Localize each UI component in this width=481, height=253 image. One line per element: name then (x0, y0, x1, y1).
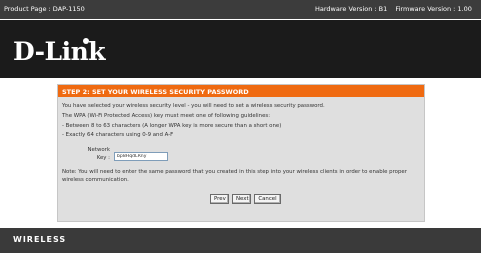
guideline-2: - Exactly 64 characters using 0-9 and A-… (62, 132, 174, 138)
intro-text: You have selected your wireless security… (62, 103, 325, 109)
guidelines-text: The WPA (Wi-Fi Protected Access) key mus… (62, 113, 271, 119)
wizard-header: STEP 2: SET YOUR WIRELESS SECURITY PASSW… (58, 85, 424, 97)
dlink-logo-dot (83, 38, 89, 44)
section-title: WIRELESS (13, 235, 67, 244)
next-button[interactable]: Next (232, 194, 251, 204)
firmware-version-text: Firmware Version : 1.00 (395, 5, 472, 13)
version-info: Hardware Version : B1 Firmware Version :… (315, 5, 472, 13)
section-footer: WIRELESS (0, 228, 481, 253)
network-key-label: Network Key : (87, 147, 110, 161)
network-key-input[interactable] (114, 152, 168, 161)
cancel-button[interactable]: Cancel (254, 194, 281, 204)
top-info-bar: Product Page : DAP-1150 Hardware Version… (0, 0, 481, 19)
wizard-panel: STEP 2: SET YOUR WIRELESS SECURITY PASSW… (57, 84, 425, 222)
note-text: Note: You will need to enter the same pa… (62, 169, 407, 183)
hardware-version-text: Hardware Version : B1 (315, 5, 388, 13)
dlink-logo: D-Link (13, 37, 106, 66)
guideline-1: - Between 8 to 63 characters (A longer W… (62, 123, 282, 129)
prev-button[interactable]: Prev (210, 194, 229, 204)
product-page-text: Product Page : DAP-1150 (4, 5, 85, 13)
wizard-title: STEP 2: SET YOUR WIRELESS SECURITY PASSW… (62, 88, 249, 96)
